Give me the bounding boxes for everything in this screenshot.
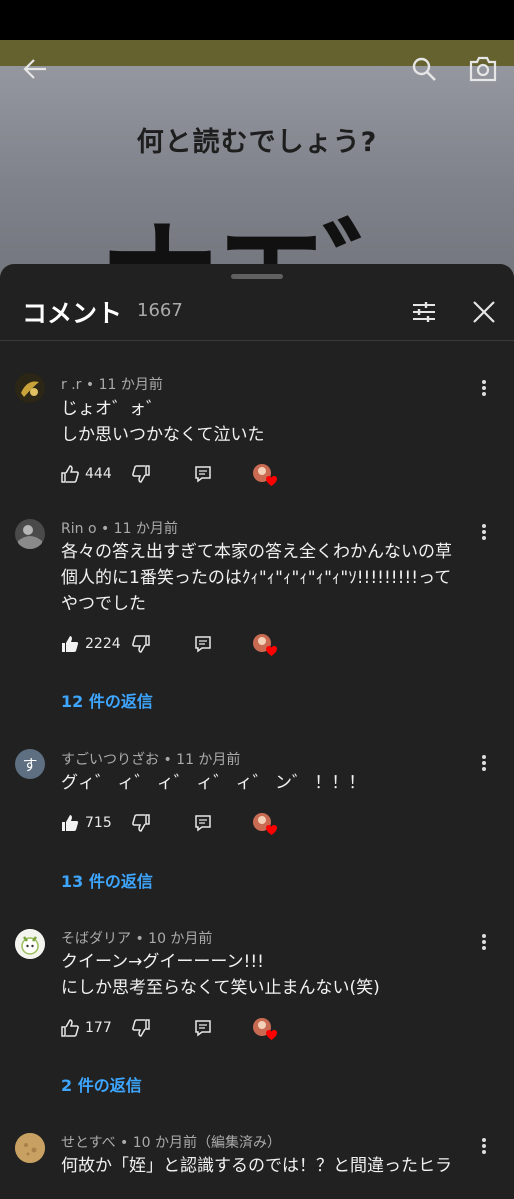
close-icon[interactable] bbox=[467, 295, 501, 329]
comment-text: 何故か「姪」と認識するのでは！？と間違ったヒラ bbox=[61, 1156, 452, 1176]
back-arrow-icon[interactable] bbox=[18, 52, 52, 86]
drag-handle[interactable] bbox=[231, 274, 283, 279]
comment-text: 各々の答え出すぎて本家の答え全くわかんないの草 個人的に1番笑ったのはｸｨ"ｨ"… bbox=[61, 542, 452, 614]
like-button[interactable]: 715 bbox=[61, 808, 112, 838]
comment-author-meta: Rin o • 11 か月前 bbox=[61, 521, 178, 537]
creator-heart-icon bbox=[252, 1017, 278, 1041]
avatar[interactable]: す bbox=[15, 749, 45, 779]
like-button[interactable]: 444 bbox=[61, 459, 112, 489]
more-vert-icon[interactable] bbox=[470, 928, 498, 956]
avatar[interactable] bbox=[15, 929, 45, 959]
avatar[interactable] bbox=[15, 1133, 45, 1163]
comment-actions: 715 bbox=[0, 808, 514, 838]
search-icon[interactable] bbox=[407, 52, 441, 86]
like-count: 177 bbox=[85, 1020, 112, 1036]
reply-comment-icon bbox=[195, 466, 211, 483]
view-replies-link[interactable]: 13 件の返信 bbox=[61, 868, 153, 892]
dislike-button[interactable] bbox=[132, 459, 150, 489]
view-replies-link[interactable]: 12 件の返信 bbox=[61, 688, 153, 712]
comment-actions: 177 bbox=[0, 1013, 514, 1043]
filter-sliders-icon[interactable] bbox=[407, 295, 441, 329]
comment-text: グィ゛ ィ゛ ィ゛ ィ゛ ィ゛ ン゛ ！！！ bbox=[61, 773, 366, 793]
comments-title: コメント bbox=[22, 299, 123, 328]
more-vert-icon[interactable] bbox=[470, 518, 498, 546]
thumb-up-filled-icon bbox=[62, 815, 79, 831]
video-frame-title: 何と読むでしょう? bbox=[136, 127, 378, 158]
creator-heart-icon bbox=[252, 633, 278, 657]
thumb-up-filled-icon bbox=[62, 636, 79, 652]
like-count: 444 bbox=[85, 466, 112, 482]
more-vert-icon[interactable] bbox=[470, 1132, 498, 1160]
dislike-button[interactable] bbox=[132, 629, 150, 659]
view-replies-link[interactable]: 2 件の返信 bbox=[61, 1072, 142, 1096]
comment-author-meta: r .r • 11 か月前 bbox=[61, 377, 163, 393]
more-vert-icon[interactable] bbox=[470, 749, 498, 777]
reply-button[interactable] bbox=[194, 808, 212, 838]
comment-author-meta: すごいつりざお • 11 か月前 bbox=[61, 752, 241, 768]
comments-count: 1667 bbox=[137, 300, 183, 321]
thumb-down-icon bbox=[132, 814, 150, 832]
creator-heart-icon bbox=[252, 463, 278, 487]
reply-button[interactable] bbox=[194, 1013, 212, 1043]
thumb-down-icon bbox=[132, 1019, 150, 1037]
status-bar bbox=[0, 0, 514, 40]
comment-text: じょオ゛ォ゛ しか思いつかなくて泣いた bbox=[61, 399, 265, 445]
header-divider bbox=[0, 340, 514, 341]
reply-comment-icon bbox=[195, 815, 211, 832]
avatar[interactable] bbox=[15, 519, 45, 549]
thumb-down-icon bbox=[132, 465, 150, 483]
camera-icon[interactable] bbox=[466, 52, 500, 86]
like-count: 2224 bbox=[85, 636, 121, 652]
like-count: 715 bbox=[85, 815, 112, 831]
thumb-down-icon bbox=[132, 635, 150, 653]
comment-actions: 444 bbox=[0, 459, 514, 489]
comment-author-meta: せとすべ • 10 か月前（編集済み） bbox=[61, 1135, 282, 1151]
like-button[interactable]: 177 bbox=[61, 1013, 112, 1043]
reply-comment-icon bbox=[195, 1020, 211, 1037]
dislike-button[interactable] bbox=[132, 1013, 150, 1043]
dislike-button[interactable] bbox=[132, 808, 150, 838]
thumb-up-icon bbox=[61, 1019, 79, 1037]
comment-author-meta: そばダリア • 10 か月前 bbox=[61, 931, 213, 947]
comment-text: クイーン→グイーーーン!!! にしか思考至らなくて笑い止まんない(笑) bbox=[61, 952, 380, 998]
avatar[interactable] bbox=[15, 373, 45, 403]
like-button[interactable]: 2224 bbox=[61, 629, 121, 659]
avatar-letter: す bbox=[22, 755, 38, 774]
reply-button[interactable] bbox=[194, 629, 212, 659]
thumb-up-icon bbox=[61, 465, 79, 483]
comments-header: コメント 1667 bbox=[0, 286, 514, 341]
reply-comment-icon bbox=[195, 636, 211, 653]
comment-actions: 2224 bbox=[0, 629, 514, 659]
more-vert-icon[interactable] bbox=[470, 374, 498, 402]
creator-heart-icon bbox=[252, 812, 278, 836]
video-player[interactable]: 何と読むでしょう? ナエ゛ bbox=[0, 40, 514, 280]
reply-button[interactable] bbox=[194, 459, 212, 489]
